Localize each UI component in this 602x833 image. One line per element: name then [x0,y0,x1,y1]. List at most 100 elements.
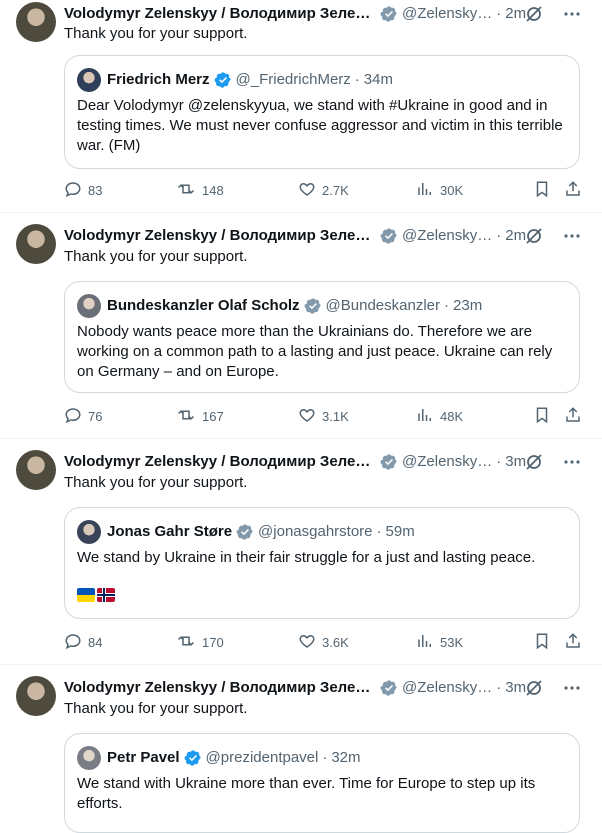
author-avatar[interactable] [16,224,56,264]
quoted-tweet-header: Petr Pavel @prezidentpavel · 32m [107,746,361,770]
grok-icon[interactable] [524,678,544,698]
repost-icon [176,406,202,427]
tweet[interactable]: Volodymyr Zelenskyy / Володимир Зелен… @… [0,664,602,833]
reply-icon [64,406,88,427]
reply-count: 76 [88,408,103,424]
more-options-icon[interactable] [562,4,582,24]
tweet-time[interactable]: 3m [505,678,526,698]
reply-button[interactable]: 84 [64,632,102,652]
share-icon [564,179,582,202]
reply-icon [64,632,88,653]
more-options-icon[interactable] [562,678,582,698]
separator-dot: · [354,71,360,88]
author-name[interactable]: Volodymyr Zelenskyy / Володимир Зелен… [64,4,376,24]
separator-dot: · [496,453,502,470]
author-handle[interactable]: @Zelensky… [402,678,492,698]
share-button[interactable] [564,180,582,200]
bookmark-icon [533,179,551,202]
bookmark-button[interactable] [533,406,551,426]
quoted-tweet-text: We stand by Ukraine in their fair strugg… [77,549,536,566]
verified-badge-icon [380,679,398,697]
views-button[interactable]: 48K [416,406,463,426]
tweet-header: Volodymyr Zelenskyy / Володимир Зелен… @… [64,452,582,472]
tweet-time[interactable]: 2m [505,4,526,24]
heart-icon [298,406,322,427]
tweet-text: Thank you for your support. [64,700,248,717]
tweet-time[interactable]: 2m [505,226,526,246]
like-button[interactable]: 3.6K [298,632,349,652]
quoted-tweet[interactable]: Bundeskanzler Olaf Scholz @Bundeskanzler… [64,281,580,393]
quoted-author-avatar [77,294,101,318]
separator-dot: · [496,679,502,696]
bookmark-button[interactable] [533,180,551,200]
tweet-text: Thank you for your support. [64,474,248,491]
tweet-actions: 76 167 3.1K 48K [64,406,590,426]
quoted-author-name: Friedrich Merz [107,71,210,88]
quoted-tweet-time: 34m [363,71,393,88]
views-button[interactable]: 30K [416,180,463,200]
repost-icon [176,180,202,201]
author-handle[interactable]: @Zelensky… [402,4,492,24]
repost-count: 148 [202,182,224,198]
quoted-author-name: Petr Pavel [107,749,180,766]
tweet[interactable]: Volodymyr Zelenskyy / Володимир Зелен… @… [0,438,602,665]
author-avatar[interactable] [16,450,56,490]
reply-button[interactable]: 83 [64,180,102,200]
share-icon [564,631,582,654]
more-options-icon[interactable] [562,226,582,246]
author-name[interactable]: Volodymyr Zelenskyy / Володимир Зелен… [64,226,376,246]
views-button[interactable]: 53K [416,632,463,652]
like-button[interactable]: 2.7K [298,180,349,200]
author-handle[interactable]: @Zelensky… [402,452,492,472]
like-count: 3.6K [322,634,349,650]
author-avatar[interactable] [16,676,56,716]
repost-button[interactable]: 148 [176,180,224,200]
share-button[interactable] [564,406,582,426]
grok-icon[interactable] [524,4,544,24]
author-avatar[interactable] [16,2,56,42]
repost-count: 170 [202,634,224,650]
share-button[interactable] [564,632,582,652]
like-count: 2.7K [322,182,349,198]
heart-icon [298,180,322,201]
repost-button[interactable]: 170 [176,632,224,652]
quoted-tweet[interactable]: Petr Pavel @prezidentpavel · 32m We stan… [64,733,580,833]
author-name[interactable]: Volodymyr Zelenskyy / Володимир Зелен… [64,678,376,698]
quoted-tweet-text: Nobody wants peace more than the Ukraini… [77,323,553,380]
tweet[interactable]: Volodymyr Zelenskyy / Володимир Зелен… @… [0,0,602,213]
verified-badge-icon [380,5,398,23]
separator-dot: · [444,297,450,314]
quoted-author-name: Bundeskanzler Olaf Scholz [107,297,300,314]
like-count: 3.1K [322,408,349,424]
views-count: 48K [440,408,464,424]
grok-icon[interactable] [524,452,544,472]
tweet-text: Thank you for your support. [64,25,248,42]
verified-badge-icon [380,453,398,471]
repost-button[interactable]: 167 [176,406,224,426]
quoted-tweet-header: Friedrich Merz @_FriedrichMerz · 34m [107,68,393,92]
quoted-tweet[interactable]: Friedrich Merz @_FriedrichMerz · 34m Dea… [64,55,580,169]
bookmark-button[interactable] [533,632,551,652]
tweet-actions: 83 148 2.7K 30K [64,180,590,200]
author-handle[interactable]: @Zelensky… [402,226,492,246]
tweet-time[interactable]: 3m [505,452,526,472]
quoted-tweet-text: Dear Volodymyr @zelenskyyua, we stand wi… [77,97,563,154]
author-name[interactable]: Volodymyr Zelenskyy / Володимир Зелен… [64,452,376,472]
verified-badge-icon [236,523,254,541]
reply-button[interactable]: 76 [64,406,102,426]
bookmark-icon [533,405,551,428]
reply-count: 84 [88,634,103,650]
tweet[interactable]: Volodymyr Zelenskyy / Володимир Зелен… @… [0,212,602,439]
like-button[interactable]: 3.1K [298,406,349,426]
quoted-tweet-text: We stand with Ukraine more than ever. Ti… [77,775,536,812]
quoted-tweet[interactable]: Jonas Gahr Støre @jonasgahrstore · 59m W… [64,507,580,619]
tweet-header: Volodymyr Zelenskyy / Володимир Зелен… @… [64,226,582,246]
grok-icon[interactable] [524,226,544,246]
quoted-tweet-time: 23m [453,297,483,314]
quoted-author-handle: @prezidentpavel [205,749,319,766]
more-options-icon[interactable] [562,452,582,472]
quoted-tweet-time: 59m [385,523,415,540]
quoted-author-handle: @Bundeskanzler [325,297,441,314]
quoted-author-avatar [77,746,101,770]
views-chart-icon [416,632,440,653]
